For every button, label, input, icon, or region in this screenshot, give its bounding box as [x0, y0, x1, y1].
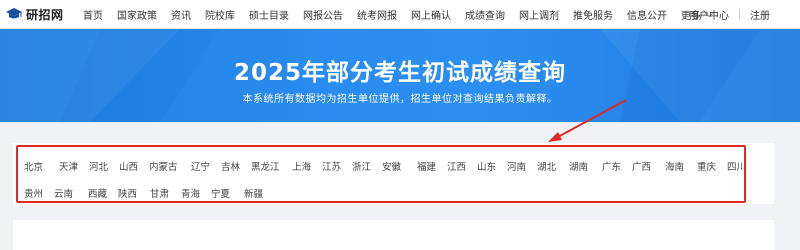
arrow-head [548, 132, 562, 142]
arrow-shaft [555, 99, 627, 139]
annotation-arrow [548, 99, 627, 142]
